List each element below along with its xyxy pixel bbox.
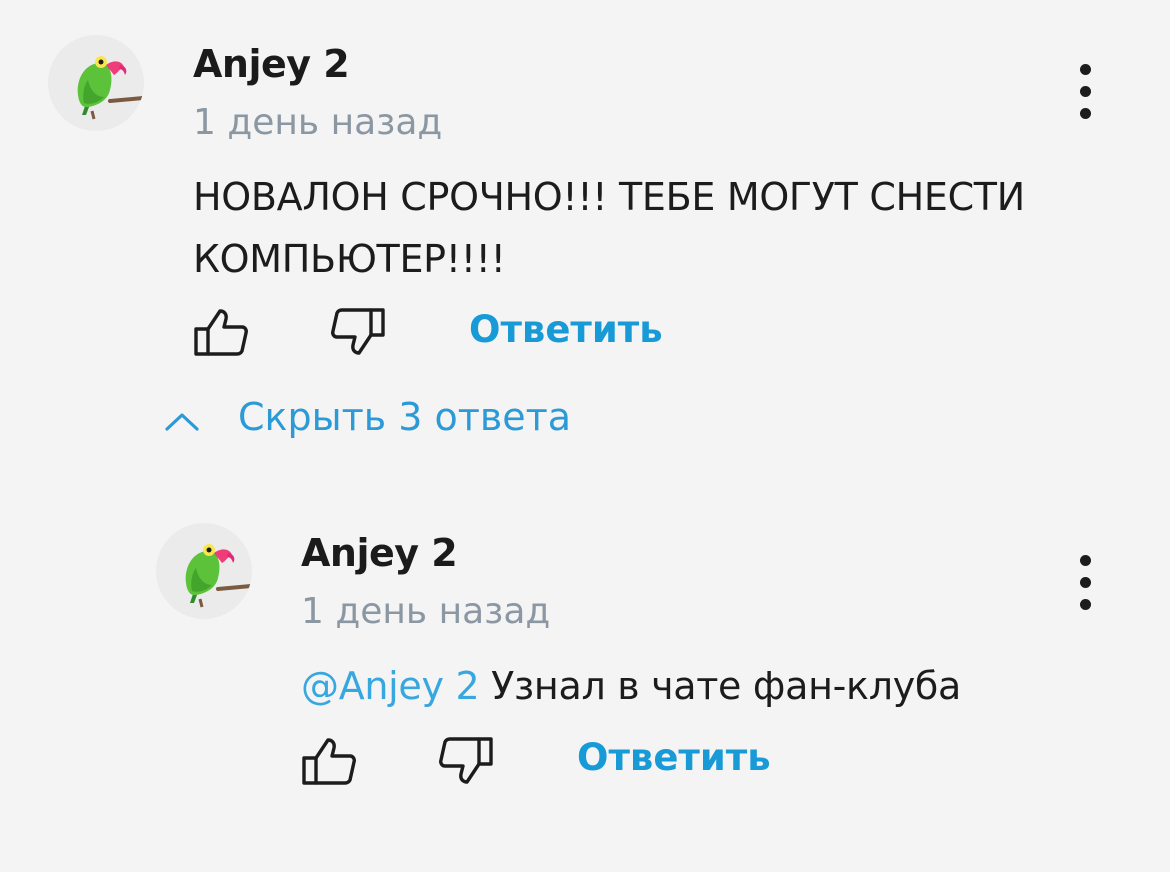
comment-text-line: @Anjey 2 Узнал в чате фан-клуба (301, 655, 961, 717)
comment-author[interactable]: Anjey 2 (301, 531, 458, 575)
more-vertical-icon-dot (1080, 86, 1091, 97)
thumbs-up-icon (194, 309, 248, 356)
comment-text: НОВАЛОН СРОЧНО!!! ТЕБЕ МОГУТ СНЕСТИ КОМП… (193, 166, 1025, 290)
more-vertical-icon-dot (1080, 577, 1091, 588)
more-options-button[interactable] (1070, 555, 1100, 615)
like-button[interactable] (301, 736, 359, 788)
hide-replies-label: Скрыть 3 ответа (238, 395, 572, 439)
mention-link[interactable]: @Anjey 2 (301, 664, 480, 708)
comment-author[interactable]: Anjey 2 (193, 42, 350, 86)
avatar[interactable] (156, 523, 252, 619)
reply-comment: Anjey 2 1 день назад @Anjey 2 Узнал в ча… (0, 500, 1170, 820)
chevron-up-icon (165, 413, 199, 431)
parrot-icon (77, 56, 144, 120)
thumbs-down-icon (331, 308, 385, 355)
thumbs-down-icon (439, 737, 493, 784)
hide-replies-button[interactable]: Скрыть 3 ответа (160, 393, 580, 453)
like-button[interactable] (193, 307, 251, 359)
more-vertical-icon-dot (1080, 108, 1091, 119)
comments-thread: Anjey 2 1 день назад НОВАЛОН СРОЧНО!!! Т… (0, 0, 1170, 872)
comment-timestamp: 1 день назад (193, 102, 443, 143)
more-vertical-icon (1080, 555, 1091, 566)
comment: Anjey 2 1 день назад НОВАЛОН СРОЧНО!!! Т… (0, 0, 1170, 390)
reply-button[interactable]: Ответить (577, 736, 771, 779)
dislike-button[interactable] (328, 307, 386, 359)
comment-text: @Anjey 2 Узнал в чате фан-клуба (301, 655, 961, 717)
avatar[interactable] (48, 35, 144, 131)
more-options-button[interactable] (1070, 64, 1100, 124)
comment-text-line: НОВАЛОН СРОЧНО!!! ТЕБЕ МОГУТ СНЕСТИ (193, 175, 1025, 219)
more-vertical-icon-dot (1080, 599, 1091, 610)
comment-timestamp: 1 день назад (301, 591, 551, 632)
comment-text-line: КОМПЬЮТЕР!!!! (193, 237, 506, 281)
thumbs-up-icon (302, 738, 356, 785)
comment-body: Узнал в чате фан-клуба (479, 664, 962, 708)
dislike-button[interactable] (436, 736, 494, 788)
more-vertical-icon (1080, 64, 1091, 75)
parrot-icon (185, 544, 252, 608)
reply-button[interactable]: Ответить (469, 308, 663, 351)
